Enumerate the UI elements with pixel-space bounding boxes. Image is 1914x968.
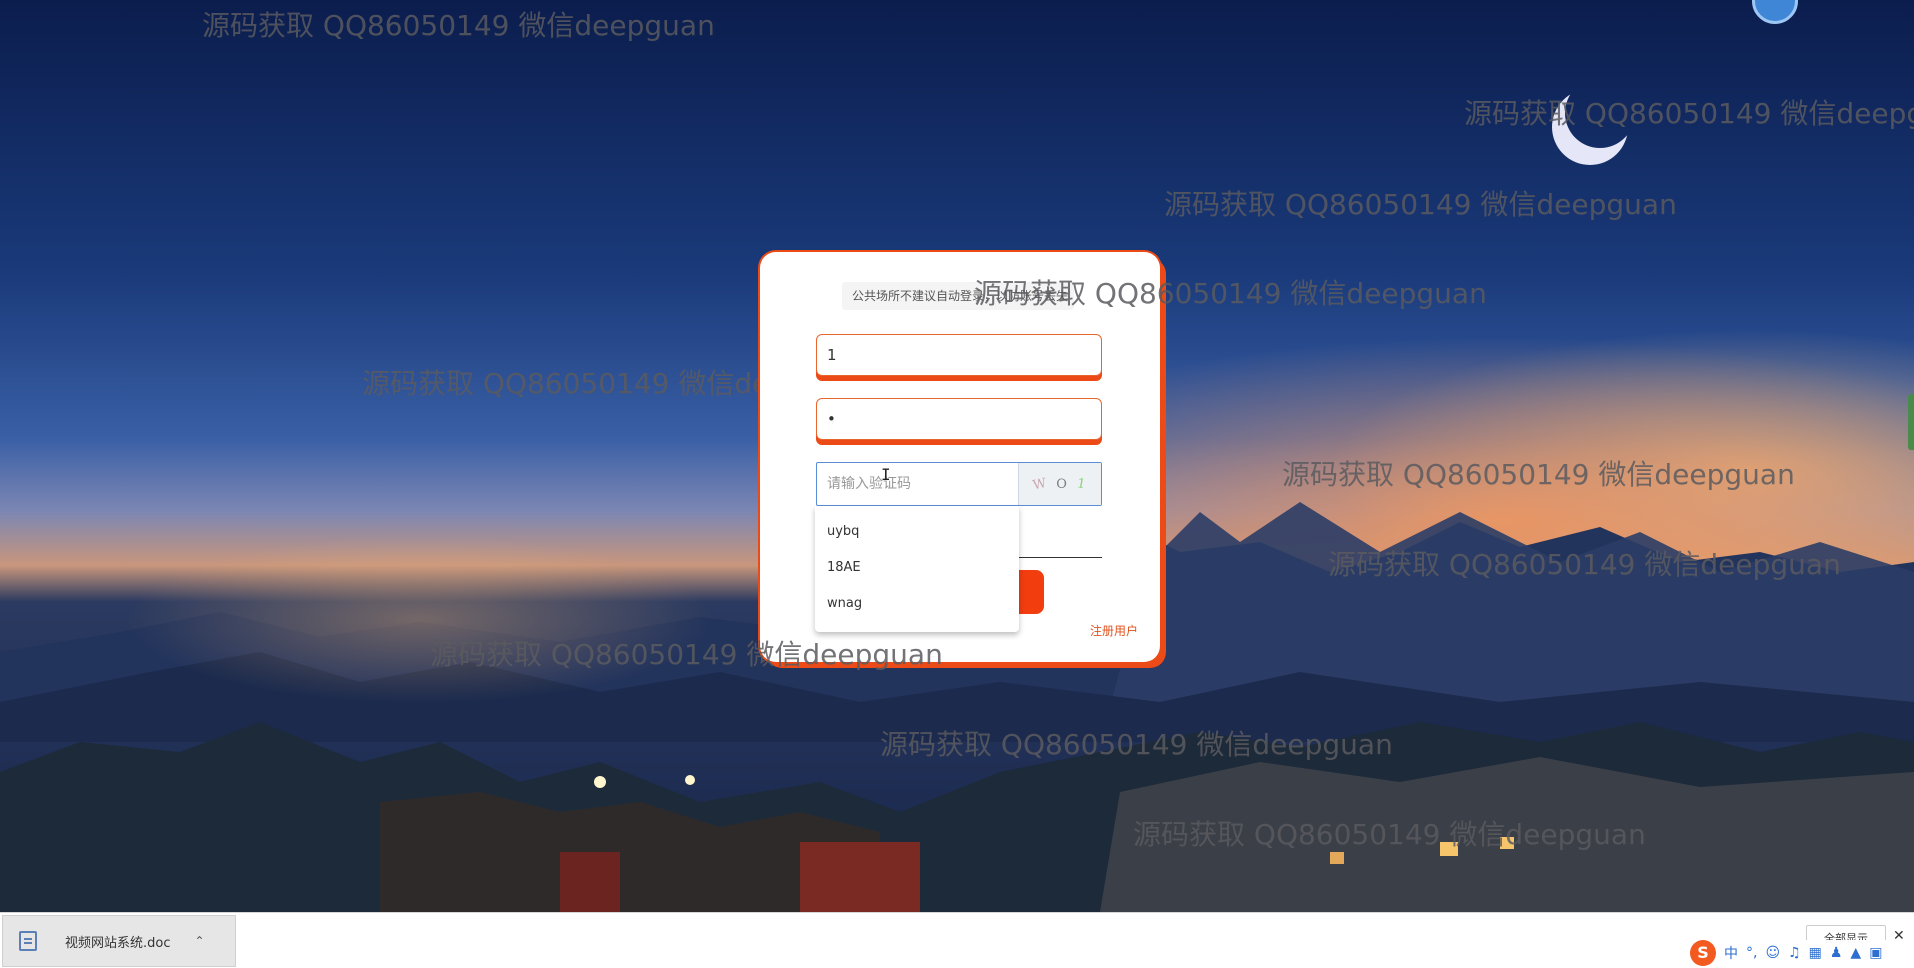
ime-toolbar: S 中 °, ☺ ♫ ▦ ♟ ▲ ▣ (1690, 940, 1914, 966)
emoji-icon[interactable]: ☺ (1765, 945, 1780, 961)
login-tip: 公共场所不建议自动登录，以防账号丢失 (842, 282, 1074, 310)
captcha-char: O (1056, 476, 1069, 492)
divider-line (1015, 557, 1102, 558)
download-bar: 视频网站系统.doc ⌃ 全部显示 ✕ (0, 912, 1914, 968)
captcha-image[interactable]: W O 1 (1018, 463, 1101, 505)
document-icon (19, 931, 37, 951)
download-file-name: 视频网站系统.doc (65, 935, 171, 951)
skin-icon[interactable]: ▲ (1850, 945, 1861, 961)
microphone-icon[interactable]: ♫ (1788, 945, 1801, 961)
download-item[interactable]: 视频网站系统.doc ⌃ (2, 915, 236, 967)
username-input[interactable]: 1 (816, 334, 1102, 376)
captcha-char: 1 (1075, 475, 1089, 493)
autocomplete-dropdown: uybq 18AE wnag (815, 506, 1019, 632)
ime-mode-toggle[interactable]: 中 (1724, 943, 1738, 963)
chevron-up-icon[interactable]: ⌃ (195, 934, 205, 948)
user-icon[interactable]: ♟ (1830, 945, 1843, 961)
ime-logo-icon[interactable]: S (1690, 940, 1716, 966)
captcha-char: W (1031, 475, 1050, 493)
moon (1565, 78, 1635, 148)
autocomplete-option[interactable]: uybq (815, 514, 1019, 550)
password-input[interactable]: • (816, 398, 1102, 440)
captcha-input[interactable] (817, 463, 1018, 505)
temple-rooftops (0, 722, 1914, 912)
grid-icon[interactable]: ▣ (1869, 945, 1882, 961)
punctuation-icon[interactable]: °, (1746, 945, 1757, 961)
autocomplete-option[interactable]: wnag (815, 586, 1019, 622)
autocomplete-option[interactable]: 18AE (815, 550, 1019, 586)
register-link[interactable]: 注册用户 (1090, 622, 1138, 639)
text-cursor-icon: I (881, 465, 891, 484)
keyboard-icon[interactable]: ▦ (1809, 945, 1822, 961)
captcha-row: W O 1 (816, 462, 1102, 506)
side-edge-tab[interactable] (1908, 394, 1914, 450)
